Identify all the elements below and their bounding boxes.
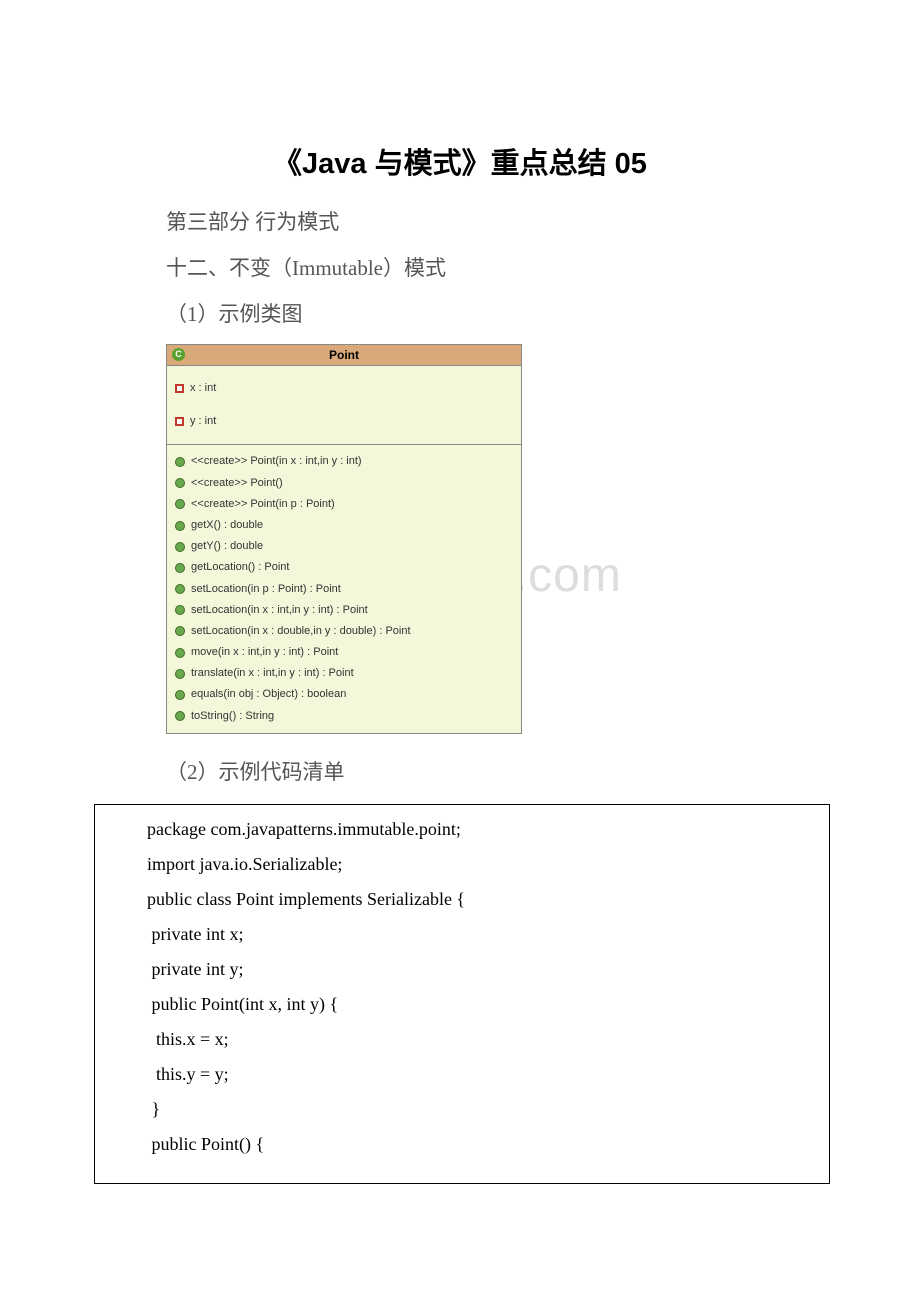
- uml-method: setLocation(in x : int,in y : int) : Poi…: [167, 600, 521, 621]
- uml-method: <<create>> Point(in p : Point): [167, 494, 521, 515]
- code-line: import java.io.Serializable;: [147, 854, 777, 875]
- uml-attribute: y : int: [167, 405, 521, 438]
- code-line: this.x = x;: [147, 1029, 777, 1050]
- uml-method-text: translate(in x : int,in y : int) : Point: [191, 667, 354, 680]
- uml-method-text: <<create>> Point(): [191, 477, 283, 490]
- private-marker-icon: [175, 417, 184, 426]
- public-marker-icon: [175, 626, 185, 636]
- public-marker-icon: [175, 457, 185, 467]
- uml-method-text: getLocation() : Point: [191, 561, 289, 574]
- code-line: private int x;: [147, 924, 777, 945]
- public-marker-icon: [175, 711, 185, 721]
- uml-method: translate(in x : int,in y : int) : Point: [167, 663, 521, 684]
- uml-method: getX() : double: [167, 515, 521, 536]
- uml-attribute-text: x : int: [190, 382, 216, 395]
- uml-method-text: getY() : double: [191, 540, 263, 553]
- public-marker-icon: [175, 605, 185, 615]
- subsection-2: （2）示例代码清单: [90, 756, 830, 786]
- public-marker-icon: [175, 563, 185, 573]
- page-title: 《Java 与模式》重点总结 05: [90, 140, 830, 182]
- class-icon: C: [172, 348, 185, 361]
- uml-attribute-text: y : int: [190, 415, 216, 428]
- code-line: }: [147, 1099, 777, 1120]
- uml-attributes-section: x : int y : int: [167, 366, 521, 445]
- public-marker-icon: [175, 648, 185, 658]
- code-line: public Point() {: [147, 1134, 777, 1155]
- uml-method: equals(in obj : Object) : boolean: [167, 684, 521, 705]
- uml-class-header: C Point: [167, 345, 521, 366]
- uml-class-diagram: C Point x : int y : int <<create>> Point…: [166, 344, 522, 734]
- code-line: package com.javapatterns.immutable.point…: [147, 819, 777, 840]
- uml-method-text: <<create>> Point(in p : Point): [191, 498, 335, 511]
- uml-method: move(in x : int,in y : int) : Point: [167, 642, 521, 663]
- uml-attribute: x : int: [167, 372, 521, 405]
- code-listing: package com.javapatterns.immutable.point…: [94, 804, 830, 1184]
- uml-method-text: setLocation(in x : int,in y : int) : Poi…: [191, 604, 368, 617]
- uml-method-text: move(in x : int,in y : int) : Point: [191, 646, 338, 659]
- uml-method-text: getX() : double: [191, 519, 263, 532]
- public-marker-icon: [175, 690, 185, 700]
- uml-method: getY() : double: [167, 536, 521, 557]
- public-marker-icon: [175, 499, 185, 509]
- uml-method: toString() : String: [167, 706, 521, 727]
- uml-method-text: <<create>> Point(in x : int,in y : int): [191, 455, 362, 468]
- uml-container: www.bingdoc.com C Point x : int y : int: [90, 344, 830, 734]
- uml-method: <<create>> Point(in x : int,in y : int): [167, 451, 521, 472]
- uml-method: setLocation(in p : Point) : Point: [167, 579, 521, 600]
- pattern-heading: 十二、不变（Immutable）模式: [90, 252, 830, 282]
- subsection-1: （1）示例类图: [90, 298, 830, 328]
- section-heading: 第三部分 行为模式: [90, 206, 830, 236]
- uml-class-name: Point: [329, 348, 359, 362]
- code-line: public class Point implements Serializab…: [147, 889, 777, 910]
- private-marker-icon: [175, 384, 184, 393]
- uml-method-text: equals(in obj : Object) : boolean: [191, 688, 346, 701]
- public-marker-icon: [175, 669, 185, 679]
- uml-method-text: setLocation(in p : Point) : Point: [191, 583, 341, 596]
- uml-method-text: toString() : String: [191, 710, 274, 723]
- public-marker-icon: [175, 478, 185, 488]
- public-marker-icon: [175, 584, 185, 594]
- code-line: this.y = y;: [147, 1064, 777, 1085]
- uml-method: getLocation() : Point: [167, 557, 521, 578]
- code-line: private int y;: [147, 959, 777, 980]
- code-line: public Point(int x, int y) {: [147, 994, 777, 1015]
- uml-methods-section: <<create>> Point(in x : int,in y : int) …: [167, 445, 521, 732]
- public-marker-icon: [175, 521, 185, 531]
- public-marker-icon: [175, 542, 185, 552]
- page: 《Java 与模式》重点总结 05 第三部分 行为模式 十二、不变（Immuta…: [0, 0, 920, 1224]
- uml-method: setLocation(in x : double,in y : double)…: [167, 621, 521, 642]
- uml-method: <<create>> Point(): [167, 473, 521, 494]
- uml-method-text: setLocation(in x : double,in y : double)…: [191, 625, 411, 638]
